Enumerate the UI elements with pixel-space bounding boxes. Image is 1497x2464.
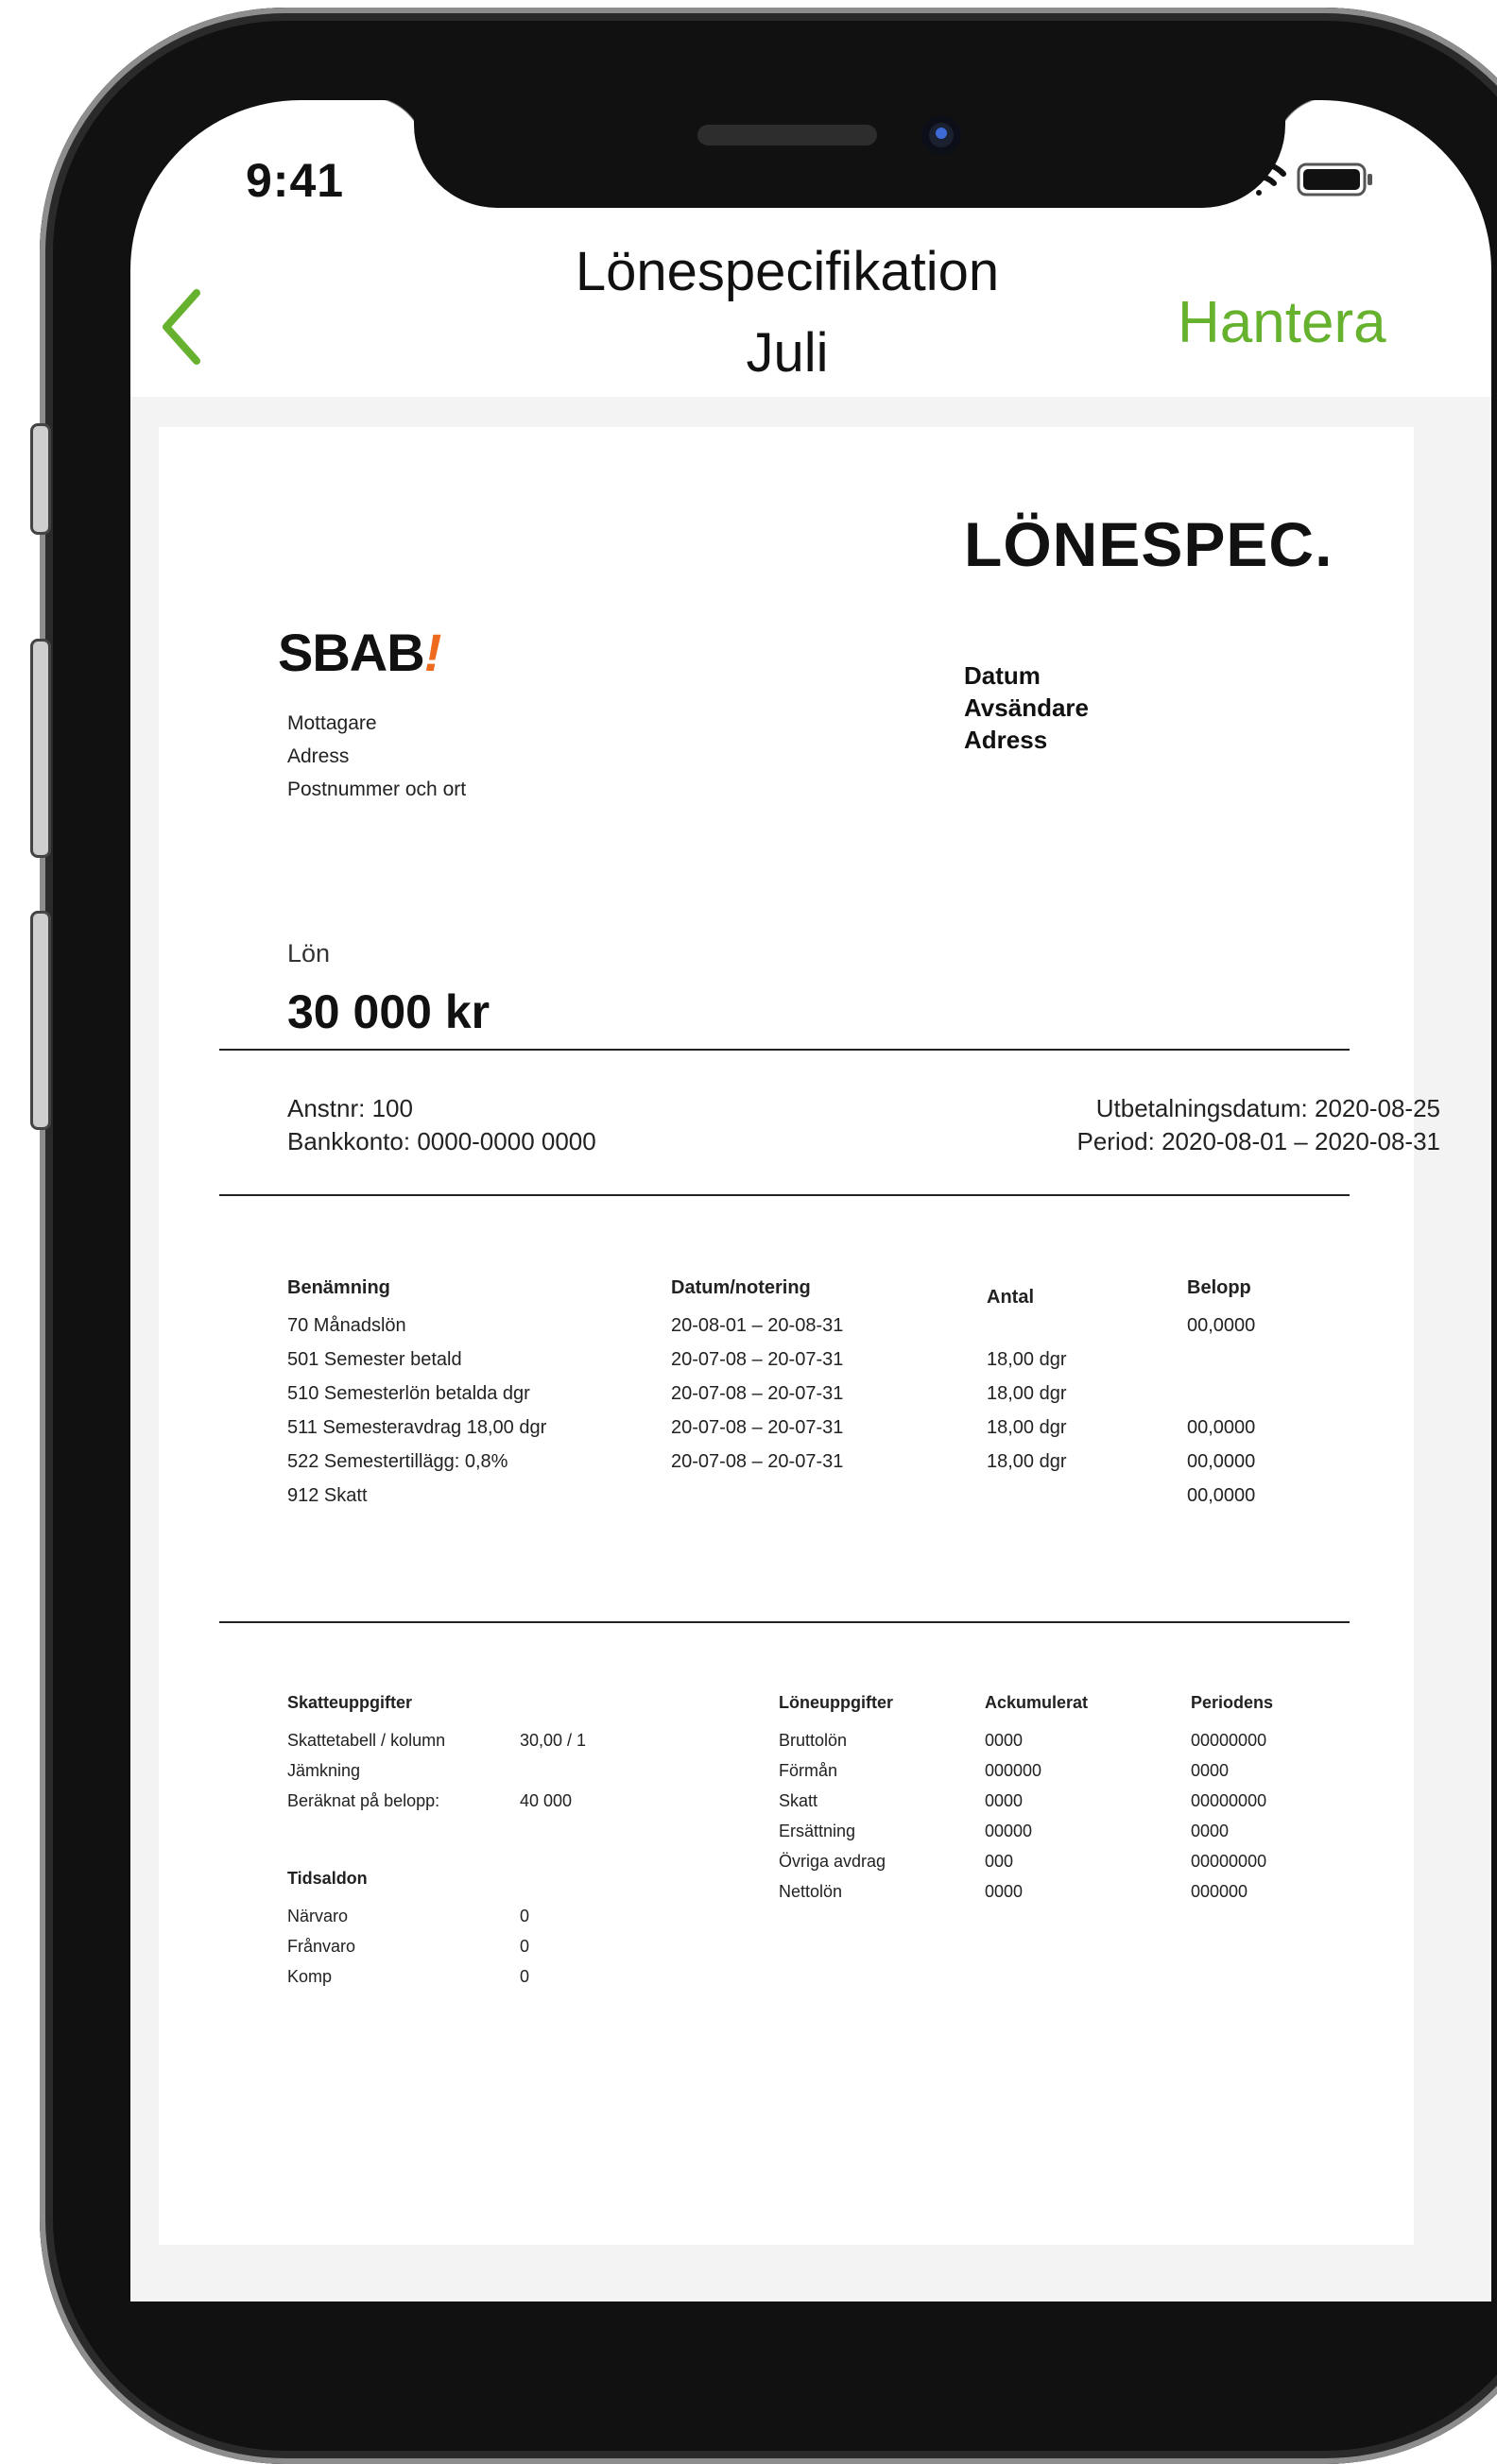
items-header-date: Datum/notering: [671, 1277, 811, 1298]
salary-info-label: Förmån: [779, 1761, 838, 1780]
tax-label: Beräknat på belopp:: [287, 1791, 440, 1810]
item-name: 501 Semester betald: [287, 1349, 462, 1370]
salary-info-label: Bruttolön: [779, 1731, 848, 1750]
salary-info-accumulated: 0000: [985, 1882, 1024, 1901]
items-header-name: Benämning: [287, 1277, 390, 1298]
salary-info-period: 00000000: [1191, 1852, 1267, 1871]
salary-amount: 30 000 kr: [287, 985, 490, 1038]
salary-info-accumulated: 000: [985, 1852, 1014, 1871]
employee-number: Anstnr: 100: [287, 1094, 413, 1122]
items-header-qty: Antal: [987, 1287, 1034, 1308]
item-qty: 18,00 dgr: [987, 1383, 1067, 1404]
item-date: 20-07-08 – 20-07-31: [671, 1383, 844, 1404]
salary-info-period: 0000: [1191, 1822, 1230, 1840]
item-name: 522 Semestertillägg: 0,8%: [287, 1451, 508, 1472]
phone-screen: 9:41 Lönespecifikation Juli Hantera LÖNE…: [130, 100, 1491, 2301]
notch: [414, 100, 1285, 208]
status-time: 9:41: [246, 154, 345, 207]
battery-icon: [1297, 163, 1372, 197]
front-camera: [921, 115, 961, 155]
tax-label: Jämkning: [287, 1761, 361, 1780]
pay-period: Period: 2020-08-01 – 2020-08-31: [1076, 1127, 1440, 1155]
volume-up-button: [30, 639, 51, 858]
salary-info-header-label: Löneuppgifter: [779, 1693, 893, 1712]
item-amount: 00,0000: [1187, 1451, 1256, 1472]
item-name: 510 Semesterlön betalda dgr: [287, 1383, 530, 1404]
item-qty: 18,00 dgr: [987, 1451, 1067, 1472]
divider-top: [219, 1049, 1350, 1051]
sender-name: Avsändare: [964, 693, 1089, 722]
earpiece-speaker: [697, 125, 877, 145]
salary-info-label: Ersättning: [779, 1822, 856, 1840]
salary-info-period: 000000: [1191, 1882, 1248, 1901]
salary-info-accumulated: 0000: [985, 1791, 1024, 1810]
item-name: 70 Månadslön: [287, 1315, 406, 1336]
payout-date: Utbetalningsdatum: 2020-08-25: [1095, 1094, 1440, 1122]
time-label: Närvaro: [287, 1907, 349, 1925]
time-value: 0: [520, 1907, 530, 1925]
notch-corner-right: [1274, 100, 1331, 153]
tax-value: 30,00 / 1: [520, 1731, 587, 1750]
recipient-name: Mottagare: [287, 712, 377, 734]
bank-account: Bankkonto: 0000-0000 0000: [287, 1127, 596, 1155]
salary-info-period: 00000000: [1191, 1791, 1267, 1810]
item-amount: 00,0000: [1187, 1485, 1256, 1506]
silent-switch: [30, 423, 51, 535]
divider-bottom: [219, 1621, 1350, 1623]
item-name: 912 Skatt: [287, 1485, 368, 1506]
item-amount: 00,0000: [1187, 1315, 1256, 1336]
salary-info-header-accumulated: Ackumulerat: [985, 1693, 1089, 1712]
time-label: Komp: [287, 1967, 333, 1986]
item-date: 20-07-08 – 20-07-31: [671, 1417, 844, 1438]
item-name: 511 Semesteravdrag 18,00 dgr: [287, 1417, 547, 1438]
item-date: 20-07-08 – 20-07-31: [671, 1451, 844, 1472]
salary-info-label: Nettolön: [779, 1882, 843, 1901]
tax-title: Skatteuppgifter: [287, 1693, 413, 1712]
time-value: 0: [520, 1937, 530, 1956]
item-qty: 18,00 dgr: [987, 1417, 1067, 1438]
recipient-address: Adress: [287, 745, 350, 767]
volume-down-button: [30, 911, 51, 1130]
divider-middle: [219, 1194, 1350, 1196]
time-balance-title: Tidsaldon: [287, 1869, 368, 1888]
document-heading: LÖNESPEC.: [964, 509, 1334, 579]
salary-info-header-period: Periodens: [1191, 1693, 1274, 1712]
salary-info-accumulated: 000000: [985, 1761, 1042, 1780]
recipient-postal: Postnummer och ort: [287, 779, 467, 800]
sender-date: Datum: [964, 661, 1041, 690]
sender-address: Adress: [964, 726, 1048, 754]
salary-info-accumulated: 0000: [985, 1731, 1024, 1750]
salary-info-label: Övriga avdrag: [779, 1852, 886, 1871]
salary-label: Lön: [287, 939, 331, 967]
notch-corner-left: [369, 100, 425, 153]
time-label: Frånvaro: [287, 1937, 356, 1956]
salary-info-period: 0000: [1191, 1761, 1230, 1780]
salary-info-label: Skatt: [779, 1791, 818, 1810]
salary-info-accumulated: 00000: [985, 1822, 1033, 1840]
items-header-amount: Belopp: [1187, 1277, 1251, 1298]
sbab-logo: SBAB!: [278, 623, 441, 682]
tax-label: Skattetabell / kolumn: [287, 1731, 446, 1750]
manage-button[interactable]: Hantera: [1178, 289, 1386, 356]
item-date: 20-07-08 – 20-07-31: [671, 1349, 844, 1370]
item-date: 20-08-01 – 20-08-31: [671, 1315, 844, 1336]
salary-info-period: 00000000: [1191, 1731, 1267, 1750]
time-value: 0: [520, 1967, 530, 1986]
item-amount: 00,0000: [1187, 1417, 1256, 1438]
tax-value: 40 000: [520, 1791, 573, 1810]
item-qty: 18,00 dgr: [987, 1349, 1067, 1370]
